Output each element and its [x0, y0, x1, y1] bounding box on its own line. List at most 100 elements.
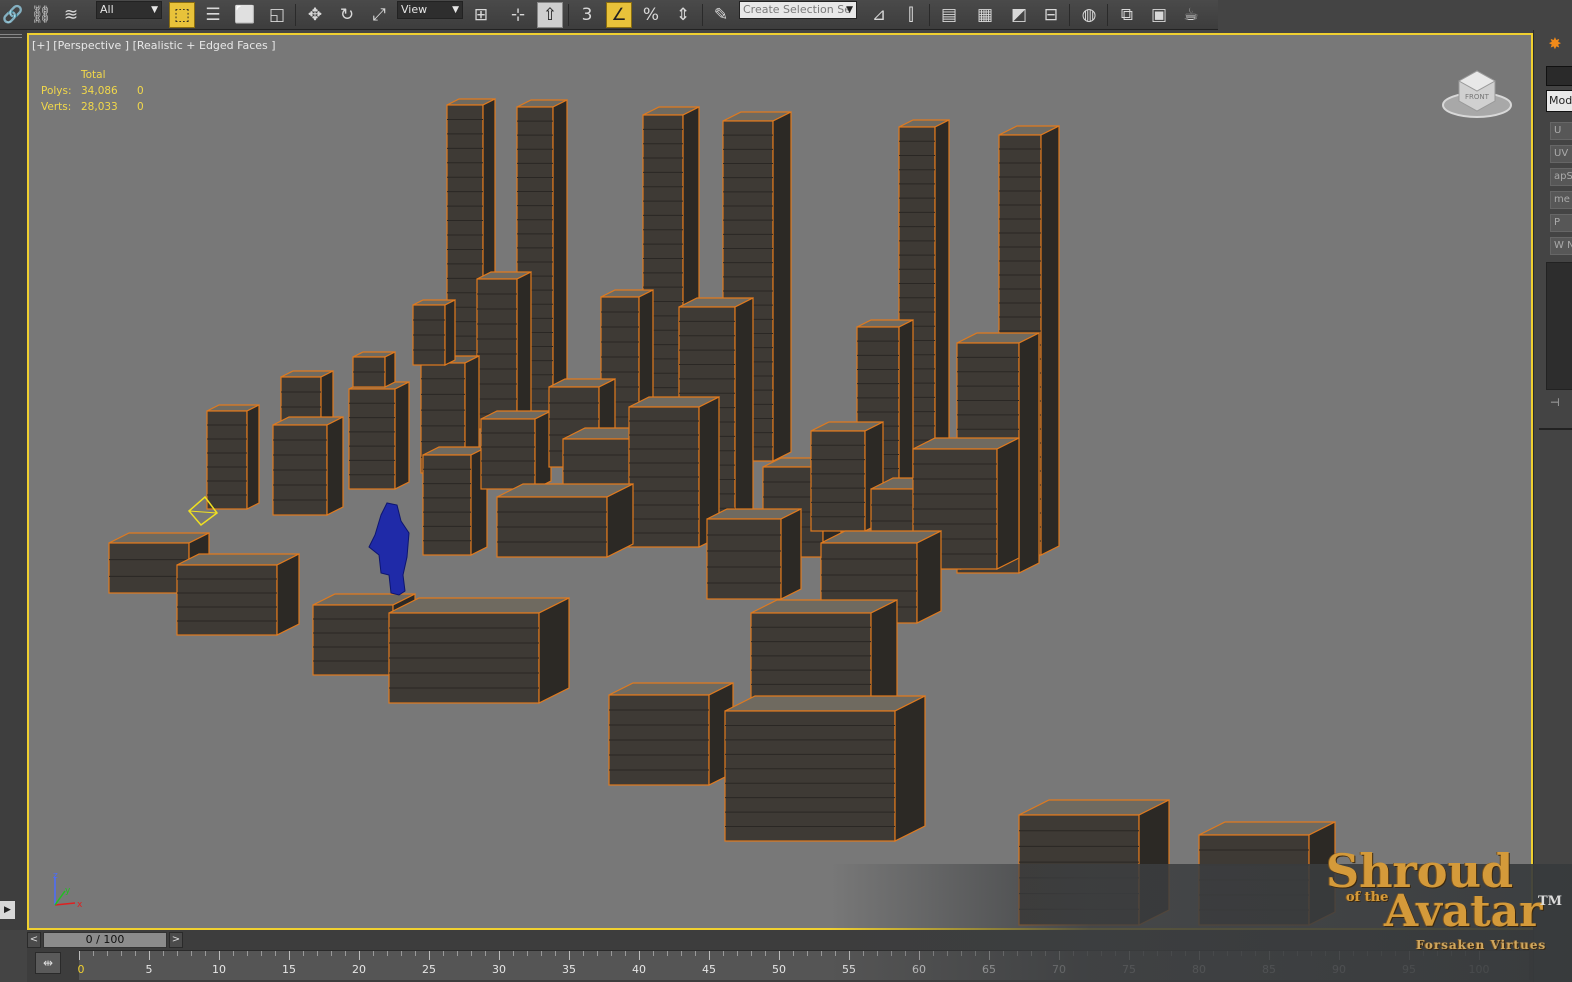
- time-slider[interactable]: < 0 / 100 >: [27, 932, 185, 948]
- scene-explorer-icon[interactable]: ▦: [972, 2, 998, 28]
- ruler-tick: [821, 951, 822, 956]
- ruler-tick: [135, 951, 136, 956]
- fireplace-model[interactable]: [422, 446, 488, 556]
- polys-total: 34,086: [81, 85, 118, 97]
- ruler-tick: [163, 951, 164, 956]
- ruler-tick: [149, 951, 150, 960]
- fireplace-model[interactable]: [388, 597, 570, 704]
- selection-filter-value: All: [100, 3, 114, 16]
- modifier-stack-list[interactable]: [1546, 262, 1572, 390]
- fireplace-model[interactable]: [724, 695, 926, 842]
- angle-snap-icon[interactable]: ∠: [606, 2, 632, 28]
- align-icon[interactable]: ⫿: [898, 2, 924, 28]
- unlink-icon[interactable]: ⛓: [28, 2, 54, 28]
- chevron-down-icon: ▼: [452, 5, 459, 15]
- scale-icon[interactable]: ⤢: [366, 2, 392, 28]
- edit-named-sets-icon[interactable]: ✎: [708, 2, 734, 28]
- move-icon[interactable]: ✥: [302, 2, 328, 28]
- modifier-tab[interactable]: U: [1550, 122, 1572, 140]
- spinner-snap-icon[interactable]: ⇕: [670, 2, 696, 28]
- chimney-model[interactable]: [476, 271, 532, 430]
- fireplace-wireframe-model[interactable]: [352, 351, 396, 388]
- ruler-tick: [681, 951, 682, 956]
- bind-spacewarp-icon[interactable]: ≋: [58, 2, 84, 28]
- fireplace-model[interactable]: [348, 381, 410, 490]
- rect-region-icon[interactable]: ⬜: [232, 2, 258, 28]
- ruler-tick: [359, 951, 360, 960]
- create-panel-icon[interactable]: ✸: [1542, 34, 1568, 58]
- fireplace-model[interactable]: [480, 410, 552, 490]
- viewport-label[interactable]: [+] [Perspective ] [Realistic + Edged Fa…: [32, 39, 276, 52]
- modifier-tab[interactable]: UV: [1550, 145, 1572, 163]
- toolbar-empty-area: [1218, 0, 1572, 30]
- perspective-viewport[interactable]: FRONT z x y [+] [Perspective ] [Realisti…: [27, 33, 1533, 930]
- ruler-tick: [121, 951, 122, 956]
- window-crossing-icon[interactable]: ◱: [264, 2, 290, 28]
- viewcube-icon[interactable]: FRONT: [1442, 70, 1512, 118]
- render-setup-icon[interactable]: ⧉: [1114, 2, 1140, 28]
- object-name-field[interactable]: [1546, 66, 1572, 86]
- ruler-label: 15: [282, 963, 296, 976]
- percent-snap-icon[interactable]: %: [638, 2, 664, 28]
- render-teapot-icon[interactable]: ☕: [1178, 2, 1204, 28]
- modifier-tab[interactable]: P: [1550, 214, 1572, 232]
- percent-snap-label: %: [642, 5, 660, 25]
- ruler-label: 10: [212, 963, 226, 976]
- select-object-icon[interactable]: ⬚: [169, 2, 195, 28]
- ruler-tick: [219, 951, 220, 960]
- modifier-tab[interactable]: me: [1550, 191, 1572, 209]
- ruler-tick: [107, 951, 108, 956]
- scene-canvas[interactable]: FRONT z x y: [29, 35, 1531, 928]
- ruler-tick: [737, 951, 738, 956]
- fireplace-wireframe-model[interactable]: [412, 299, 456, 366]
- ruler-tick: [373, 951, 374, 956]
- previous-frame-button[interactable]: <: [27, 932, 41, 948]
- time-slider-thumb[interactable]: 0 / 100: [43, 932, 167, 948]
- ruler-tick: [527, 951, 528, 956]
- chevron-down-icon: ▼: [151, 5, 158, 15]
- ruler-tick: [317, 951, 318, 956]
- fireplace-model[interactable]: [706, 508, 802, 600]
- selection-filter-dropdown[interactable]: All ▼: [96, 1, 162, 19]
- main-toolbar: 🔗 ⛓ ≋ All ▼ ⬚ ☰ ⬜ ◱ ✥ ↻ ⤢ View ▼ ⊞ ⊹ ⇧ 3…: [0, 0, 1218, 30]
- keyboard-shortcut-icon[interactable]: ⇧: [537, 2, 563, 28]
- ruler-label: 30: [492, 963, 506, 976]
- ruler-tick: [289, 951, 290, 960]
- polys-selected: 0: [137, 85, 144, 97]
- next-frame-button[interactable]: >: [169, 932, 183, 948]
- expand-arrow-icon[interactable]: ▶: [0, 901, 15, 919]
- modifier-tab[interactable]: W N: [1550, 237, 1572, 255]
- snap-3d-icon[interactable]: 3: [574, 2, 600, 28]
- reference-coord-dropdown[interactable]: View ▼: [397, 1, 463, 19]
- rendered-frame-icon[interactable]: ▣: [1146, 2, 1172, 28]
- character-model[interactable]: [368, 502, 410, 596]
- named-selection-set-input[interactable]: Create Selection Se ▼: [739, 1, 857, 19]
- viewcube-face-label: FRONT: [1465, 93, 1490, 101]
- toolbar-divider: [568, 4, 569, 26]
- fireplace-model[interactable]: [628, 396, 720, 548]
- curve-editor-icon[interactable]: ◩: [1006, 2, 1032, 28]
- fireplace-model[interactable]: [496, 483, 634, 558]
- toolbar-divider: [295, 4, 296, 26]
- ruler-tick: [597, 951, 598, 956]
- modifier-tab[interactable]: apS: [1550, 168, 1572, 186]
- manipulate-icon[interactable]: ⊹: [505, 2, 531, 28]
- ruler-tick: [695, 951, 696, 956]
- fireplace-model[interactable]: [176, 553, 300, 636]
- modifier-list-dropdown[interactable]: Mod: [1546, 90, 1572, 112]
- material-editor-icon[interactable]: ◍: [1076, 2, 1102, 28]
- schematic-view-icon[interactable]: ⊟: [1038, 2, 1064, 28]
- mini-curve-editor-icon[interactable]: ⇹: [35, 952, 61, 974]
- fireplace-model[interactable]: [608, 682, 734, 786]
- divider: [0, 34, 22, 35]
- layer-manager-icon[interactable]: ▤: [936, 2, 962, 28]
- select-by-name-icon[interactable]: ☰: [200, 2, 226, 28]
- link-icon[interactable]: 🔗: [0, 2, 26, 28]
- pin-stack-icon[interactable]: ⊣: [1550, 396, 1560, 409]
- rotate-icon[interactable]: ↻: [334, 2, 360, 28]
- fireplace-model[interactable]: [272, 416, 344, 516]
- logo-trademark: TM: [1538, 894, 1563, 909]
- fireplace-wireframe-model[interactable]: [206, 404, 260, 510]
- pivot-icon[interactable]: ⊞: [468, 2, 494, 28]
- mirror-icon[interactable]: ⊿: [866, 2, 892, 28]
